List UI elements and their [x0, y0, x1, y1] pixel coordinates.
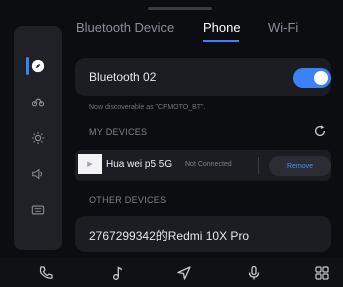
bottom-nav-bar: [0, 258, 343, 287]
row-divider: [258, 157, 259, 174]
play-icon: ▶: [87, 161, 93, 168]
other-device-row[interactable]: 2767299342的Redmi 10X Pro: [75, 216, 331, 252]
navigation-icon[interactable]: [176, 265, 192, 281]
bluetooth-toggle[interactable]: [293, 68, 331, 88]
device-thumbnail: ▶: [78, 154, 102, 174]
compass-icon: [31, 59, 45, 73]
bluetooth-name: Bluetooth 02: [89, 70, 157, 84]
my-devices-title: MY DEVICES: [89, 127, 148, 137]
refresh-icon[interactable]: [313, 124, 327, 138]
other-devices-title: OTHER DEVICES: [89, 195, 167, 205]
device-name: Hua wei p5 5G: [106, 159, 173, 170]
top-drag-handle[interactable]: [148, 7, 212, 10]
remove-device-button[interactable]: Remove: [269, 156, 331, 176]
my-device-row[interactable]: ▶ Hua wei p5 5G Not Connected Remove: [75, 150, 331, 181]
brightness-icon: [31, 131, 45, 145]
sidebar-item-bluetooth[interactable]: [14, 48, 62, 84]
sidebar-item-display[interactable]: [14, 120, 62, 156]
music-icon[interactable]: [110, 265, 126, 281]
sidebar-item-keyboard[interactable]: [14, 192, 62, 228]
discoverable-text: Now discoverable as "CFMOTO_BT".: [89, 104, 206, 111]
sidebar: [14, 26, 62, 250]
apps-grid-icon[interactable]: [314, 265, 330, 281]
toggle-knob: [314, 71, 328, 85]
tab-wifi[interactable]: Wi-Fi: [268, 20, 298, 35]
phone-icon[interactable]: [38, 265, 54, 281]
sidebar-item-vehicle[interactable]: [14, 84, 62, 120]
sidebar-item-sound[interactable]: [14, 156, 62, 192]
tab-bluetooth-device[interactable]: Bluetooth Device: [76, 20, 174, 35]
active-tab-underline: [203, 40, 239, 42]
device-status: Not Connected: [185, 161, 232, 168]
microphone-icon[interactable]: [246, 265, 262, 281]
other-device-name: 2767299342的Redmi 10X Pro: [89, 229, 250, 243]
car-icon: [31, 98, 45, 107]
keyboard-icon: [31, 205, 45, 215]
bluetooth-toggle-card: Bluetooth 02: [75, 58, 331, 96]
tab-phone[interactable]: Phone: [203, 20, 241, 35]
volume-icon: [32, 168, 43, 180]
